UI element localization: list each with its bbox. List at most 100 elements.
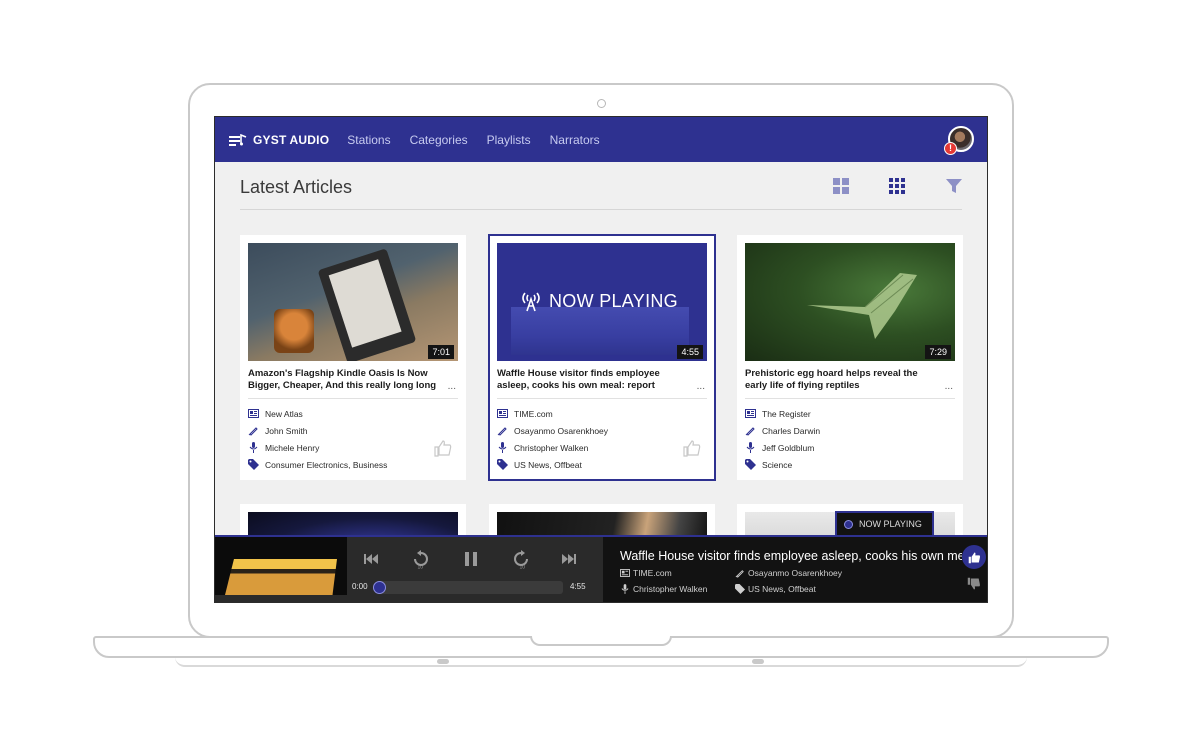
alert-badge[interactable]: ! bbox=[944, 142, 957, 155]
tags-row: Science bbox=[745, 459, 792, 470]
skip-next-icon[interactable] bbox=[559, 549, 579, 569]
source-name[interactable]: TIME.com bbox=[514, 409, 553, 419]
now-playing-dot-icon bbox=[844, 519, 853, 529]
pause-icon[interactable] bbox=[461, 549, 481, 569]
narrator-name[interactable]: Christopher Walken bbox=[514, 443, 588, 453]
article-thumbnail[interactable]: NOW PLAYING 4:55 bbox=[497, 243, 707, 361]
microphone-icon bbox=[620, 584, 630, 594]
nav-narrators[interactable]: Narrators bbox=[550, 133, 600, 147]
tags-list[interactable]: US News, Offbeat bbox=[514, 460, 582, 470]
main-nav: Stations Categories Playlists Narrators bbox=[347, 133, 599, 147]
playlist-menu-icon[interactable] bbox=[229, 131, 247, 149]
newspaper-icon bbox=[620, 568, 630, 578]
player-thumbnail[interactable] bbox=[215, 537, 347, 602]
microphone-icon bbox=[497, 442, 508, 453]
player-tags: US News, Offbeat bbox=[735, 584, 816, 594]
card-divider bbox=[497, 398, 707, 399]
pen-icon bbox=[745, 425, 756, 436]
tags-list[interactable]: Science bbox=[762, 460, 792, 470]
narrator-row: Michele Henry bbox=[248, 442, 319, 453]
thumbs-up-outline-icon[interactable] bbox=[434, 439, 452, 457]
article-card-now-playing[interactable]: NOW PLAYING 4:55 Waffle House visitor fi… bbox=[488, 234, 716, 481]
article-title[interactable]: Amazon's Flagship Kindle Oasis Is Now Bi… bbox=[248, 368, 444, 392]
player-source: TIME.com bbox=[620, 568, 672, 578]
more-options-icon[interactable]: ... bbox=[697, 381, 705, 392]
header-divider bbox=[240, 209, 962, 210]
microphone-icon bbox=[745, 442, 756, 453]
card-divider bbox=[248, 398, 458, 399]
player-author-name[interactable]: Osayanmo Osarenkhoey bbox=[748, 568, 842, 578]
waffle-house-night-image bbox=[225, 559, 337, 595]
source-name[interactable]: New Atlas bbox=[265, 409, 303, 419]
article-card[interactable]: 7:01 Amazon's Flagship Kindle Oasis Is N… bbox=[240, 235, 466, 480]
newspaper-icon bbox=[497, 408, 508, 419]
source-row: New Atlas bbox=[248, 408, 303, 419]
author-name[interactable]: Charles Darwin bbox=[762, 426, 820, 436]
narrator-row: Jeff Goldblum bbox=[745, 442, 814, 453]
thumbs-up-outline-icon[interactable] bbox=[683, 439, 701, 457]
article-thumbnail[interactable]: 7:01 bbox=[248, 243, 458, 361]
filter-icon[interactable] bbox=[945, 177, 963, 197]
duration-badge: 4:55 bbox=[677, 345, 703, 359]
broadcast-icon bbox=[522, 292, 540, 312]
card-divider bbox=[745, 398, 955, 399]
player-tags-list[interactable]: US News, Offbeat bbox=[748, 584, 816, 594]
app-screen: GYST AUDIO Stations Categories Playlists… bbox=[214, 116, 988, 603]
page-title: Latest Articles bbox=[240, 177, 353, 197]
like-button[interactable] bbox=[962, 545, 986, 569]
thumbs-down-icon[interactable] bbox=[967, 577, 981, 591]
player-narrator-name[interactable]: Christopher Walken bbox=[633, 584, 707, 594]
narrator-row: Christopher Walken bbox=[497, 442, 588, 453]
author-name[interactable]: Osayanmo Osarenkhoey bbox=[514, 426, 608, 436]
brand-logo[interactable]: GYST AUDIO bbox=[253, 133, 329, 147]
top-navbar: GYST AUDIO Stations Categories Playlists… bbox=[215, 117, 987, 162]
more-options-icon[interactable]: ... bbox=[448, 381, 456, 392]
author-name[interactable]: John Smith bbox=[265, 426, 308, 436]
laptop-base-shadow bbox=[175, 657, 1027, 667]
article-thumbnail[interactable]: 7:29 bbox=[745, 243, 955, 361]
small-grid-view-icon[interactable] bbox=[888, 177, 906, 197]
progress-track[interactable] bbox=[377, 581, 563, 594]
laptop-notch bbox=[530, 636, 672, 646]
article-title[interactable]: Waffle House visitor finds employee asle… bbox=[497, 368, 693, 392]
source-name[interactable]: The Register bbox=[762, 409, 811, 419]
forward-10-icon[interactable]: 10 bbox=[511, 549, 531, 569]
laptop-foot bbox=[437, 659, 449, 664]
svg-text:10: 10 bbox=[520, 565, 526, 570]
tag-icon bbox=[745, 459, 756, 470]
player-source-name[interactable]: TIME.com bbox=[633, 568, 672, 578]
newspaper-icon bbox=[745, 408, 756, 419]
source-row: The Register bbox=[745, 408, 811, 419]
more-options-icon[interactable]: ... bbox=[945, 381, 953, 392]
author-row: Osayanmo Osarenkhoey bbox=[497, 425, 608, 436]
skip-previous-icon[interactable] bbox=[361, 549, 381, 569]
narrator-name[interactable]: Michele Henry bbox=[265, 443, 319, 453]
nav-categories[interactable]: Categories bbox=[410, 133, 468, 147]
total-time: 4:55 bbox=[570, 582, 586, 591]
tags-list[interactable]: Consumer Electronics, Business bbox=[265, 460, 387, 470]
tags-row: Consumer Electronics, Business bbox=[248, 459, 387, 470]
player-title[interactable]: Waffle House visitor finds employee asle… bbox=[620, 549, 962, 563]
tag-icon bbox=[248, 459, 259, 470]
player-narrator: Christopher Walken bbox=[620, 584, 707, 594]
nav-playlists[interactable]: Playlists bbox=[487, 133, 531, 147]
newspaper-icon bbox=[248, 408, 259, 419]
rewind-10-icon[interactable]: 10 bbox=[411, 549, 431, 569]
article-card[interactable]: 7:29 Prehistoric egg hoard helps reveal … bbox=[737, 235, 963, 480]
narrator-name[interactable]: Jeff Goldblum bbox=[762, 443, 814, 453]
article-title[interactable]: Prehistoric egg hoard helps reveal the e… bbox=[745, 368, 941, 392]
pen-icon bbox=[735, 568, 745, 578]
large-grid-view-icon[interactable] bbox=[832, 177, 850, 197]
pen-icon bbox=[248, 425, 259, 436]
audio-player: 10 10 0:00 4:55 Waffle House visitor fin… bbox=[215, 535, 987, 602]
glass-image bbox=[274, 309, 314, 353]
progress-knob[interactable] bbox=[373, 581, 386, 594]
author-row: Charles Darwin bbox=[745, 425, 820, 436]
kindle-device-image bbox=[317, 248, 417, 361]
tags-row: US News, Offbeat bbox=[497, 459, 582, 470]
microphone-icon bbox=[248, 442, 259, 453]
elapsed-time: 0:00 bbox=[352, 582, 368, 591]
thumbs-up-icon bbox=[968, 551, 980, 563]
now-playing-badge[interactable]: NOW PLAYING bbox=[835, 511, 934, 535]
nav-stations[interactable]: Stations bbox=[347, 133, 390, 147]
